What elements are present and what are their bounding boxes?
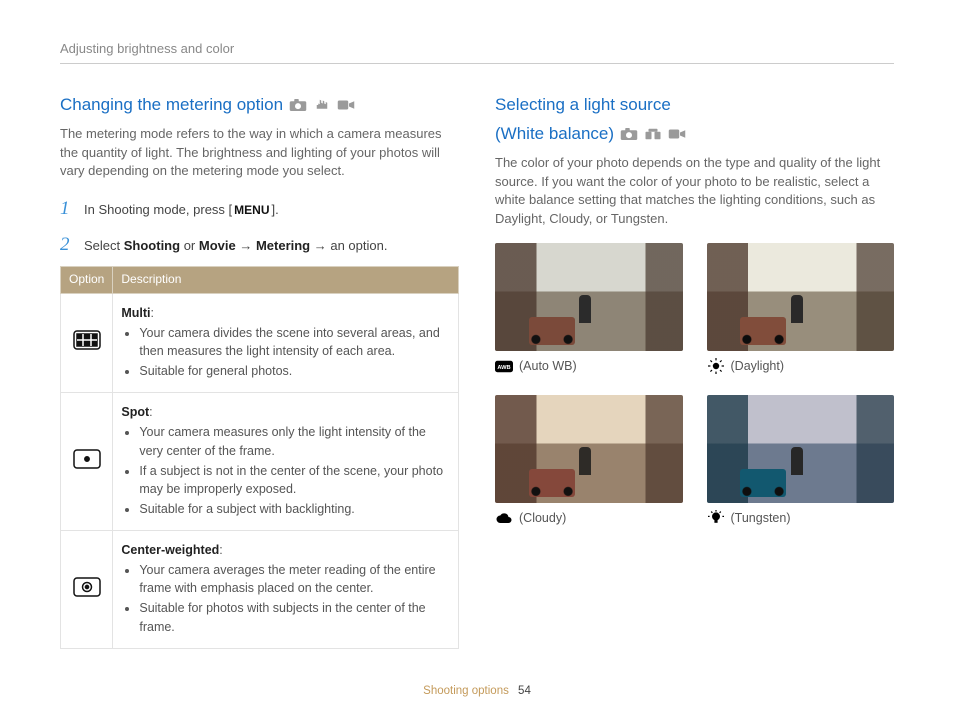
- cloud-icon: [495, 511, 513, 525]
- heading-wb-line1: Selecting a light source: [495, 94, 894, 117]
- step-1-text: In Shooting mode, press [MENU].: [84, 201, 279, 220]
- wb-sample-image: [707, 395, 895, 503]
- step2-metering: Metering: [256, 238, 310, 253]
- svg-text:AWB: AWB: [497, 365, 510, 371]
- step-2-text: Select Shooting or Movie → Metering → an…: [84, 237, 387, 256]
- step2-or: or: [180, 238, 199, 253]
- metering-table: Option Description Multi: Your camera di…: [60, 266, 459, 648]
- step2-pre: Select: [84, 238, 124, 253]
- step-2: 2 Select Shooting or Movie → Metering → …: [60, 231, 459, 259]
- step2-arrow2: → an option.: [310, 238, 387, 253]
- video-icon: [337, 98, 355, 112]
- sun-icon: [707, 359, 725, 373]
- step2-arrow1: →: [236, 238, 256, 253]
- left-column: Changing the metering option The meterin…: [60, 94, 459, 649]
- wb-caption: (Cloudy): [495, 509, 683, 527]
- wb-label: (Cloudy): [519, 509, 566, 527]
- wb-examples-grid: AWB (Auto WB) (Daylight): [495, 243, 894, 527]
- wb-sample-image: [495, 395, 683, 503]
- option-icon-cell: [61, 531, 113, 649]
- th-description: Description: [113, 267, 459, 293]
- step-number: 2: [60, 231, 76, 259]
- wb-caption: (Tungsten): [707, 509, 895, 527]
- step1-pre: In Shooting mode, press [: [84, 202, 232, 217]
- option-label: Center-weighted: [121, 543, 219, 557]
- heading-wb-line2: (White balance): [495, 123, 614, 146]
- wb-item-cloudy: (Cloudy): [495, 395, 683, 527]
- table-row: Center-weighted: Your camera averages th…: [61, 531, 459, 649]
- step-1: 1 In Shooting mode, press [MENU].: [60, 195, 459, 223]
- bulb-icon: [707, 511, 725, 525]
- spot-metering-icon: [73, 449, 101, 469]
- wb-label: (Tungsten): [731, 509, 791, 527]
- option-icon-cell: [61, 293, 113, 393]
- option-label: Spot: [121, 405, 149, 419]
- heading-metering-text: Changing the metering option: [60, 94, 283, 117]
- option-point: If a subject is not in the center of the…: [139, 462, 450, 498]
- step2-movie: Movie: [199, 238, 236, 253]
- wb-intro: The color of your photo depends on the t…: [495, 154, 894, 229]
- option-point: Suitable for photos with subjects in the…: [139, 599, 450, 635]
- table-row: Multi: Your camera divides the scene int…: [61, 293, 459, 393]
- wb-sample-image: [495, 243, 683, 351]
- wb-item-tungsten: (Tungsten): [707, 395, 895, 527]
- heading-white-balance: Selecting a light source (White balance): [495, 94, 894, 146]
- wb-sample-image: [707, 243, 895, 351]
- option-point: Your camera divides the scene into sever…: [139, 324, 450, 360]
- wb-item-auto: AWB (Auto WB): [495, 243, 683, 375]
- wb-label: (Daylight): [731, 357, 785, 375]
- option-label: Multi: [121, 306, 150, 320]
- wb-caption: (Daylight): [707, 357, 895, 375]
- hand-icon: [313, 98, 331, 112]
- th-option: Option: [61, 267, 113, 293]
- option-desc-cell: Multi: Your camera divides the scene int…: [113, 293, 459, 393]
- video-icon: [668, 127, 686, 141]
- option-desc-cell: Center-weighted: Your camera averages th…: [113, 531, 459, 649]
- wb-caption: AWB (Auto WB): [495, 357, 683, 375]
- footer-section: Shooting options: [423, 685, 509, 697]
- option-desc-cell: Spot: Your camera measures only the ligh…: [113, 393, 459, 531]
- page-footer: Shooting options 54: [0, 683, 954, 700]
- camera-icon: [289, 98, 307, 112]
- option-point: Suitable for a subject with backlighting…: [139, 500, 450, 518]
- center-weighted-icon: [73, 577, 101, 597]
- right-column: Selecting a light source (White balance)…: [495, 94, 894, 649]
- option-point: Your camera measures only the light inte…: [139, 423, 450, 459]
- heading-metering: Changing the metering option: [60, 94, 459, 117]
- breadcrumb: Adjusting brightness and color: [60, 40, 894, 59]
- metering-intro: The metering mode refers to the way in w…: [60, 125, 459, 182]
- wb-item-daylight: (Daylight): [707, 243, 895, 375]
- menu-button-label: MENU: [232, 202, 271, 219]
- step1-post: ].: [272, 202, 279, 217]
- option-point: Your camera averages the meter reading o…: [139, 561, 450, 597]
- step-number: 1: [60, 195, 76, 223]
- dual-icon: [644, 127, 662, 141]
- divider: [60, 63, 894, 64]
- page-number: 54: [518, 685, 531, 697]
- multi-metering-icon: [73, 330, 101, 350]
- option-icon-cell: [61, 393, 113, 531]
- step2-shooting: Shooting: [124, 238, 180, 253]
- camera-icon: [620, 127, 638, 141]
- option-point: Suitable for general photos.: [139, 362, 450, 380]
- auto-wb-icon: AWB: [495, 359, 513, 373]
- table-row: Spot: Your camera measures only the ligh…: [61, 393, 459, 531]
- wb-label: (Auto WB): [519, 357, 577, 375]
